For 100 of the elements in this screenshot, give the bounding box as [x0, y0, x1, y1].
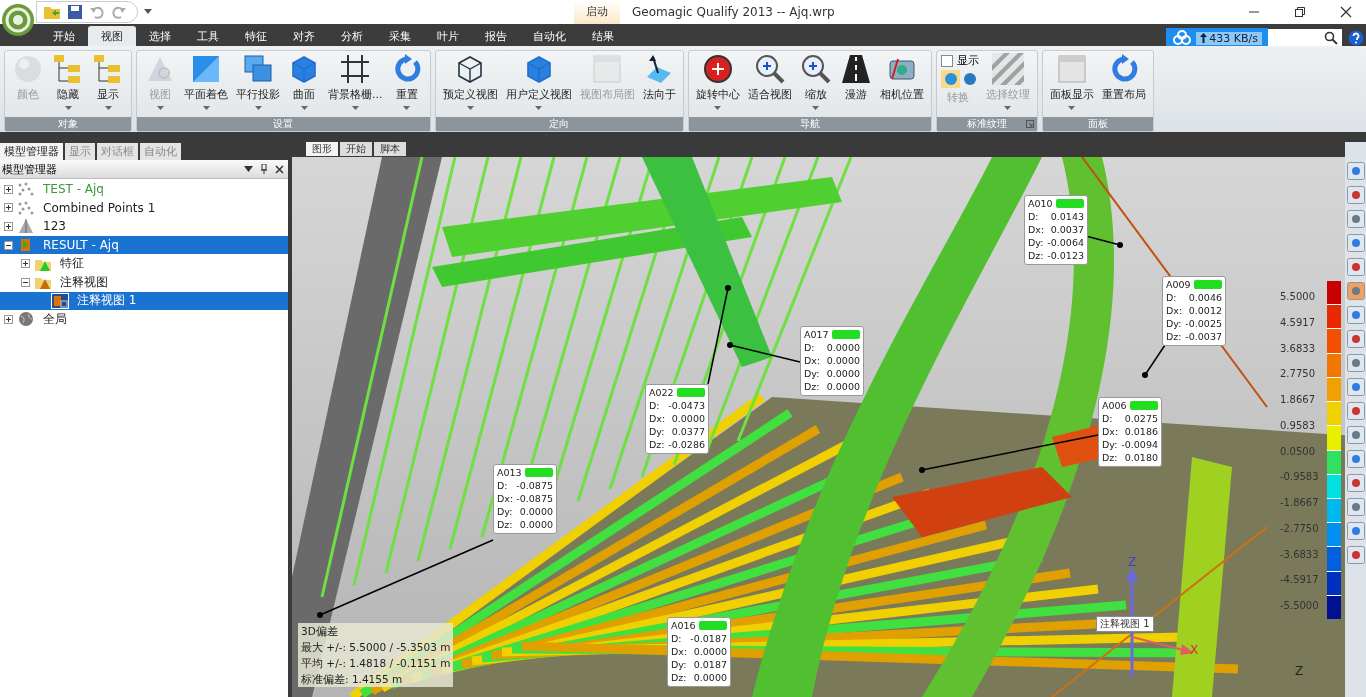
ribbon-button[interactable]: 相机位置: [876, 53, 927, 102]
view-tab[interactable]: 脚本: [374, 142, 406, 156]
annotation-id: A010: [1028, 198, 1053, 209]
dialog-launcher-icon[interactable]: [1025, 120, 1034, 128]
annotation-callout[interactable]: A013 D: -0.0875 Dx: -0.0875 Dy: 0.0000 Dz: 0.0000: [493, 464, 557, 534]
caret-icon[interactable]: [244, 166, 253, 172]
annotation-id: A022: [649, 387, 674, 398]
deviation-value: 0.0000: [671, 412, 705, 425]
annotation-callout[interactable]: A016 D: -0.0187 Dx: 0.0000 Dy: 0.0187 Dz: 0.0000: [667, 617, 731, 687]
legend-value: 5.5000: [1280, 291, 1316, 302]
ribbon-button[interactable]: 预定义视图: [439, 53, 501, 110]
pin-icon[interactable]: [261, 164, 267, 174]
annotation-id: A016: [671, 620, 696, 631]
undo-icon[interactable]: [89, 4, 105, 20]
ribbon-button[interactable]: 曲面: [285, 53, 323, 110]
deviation-value: -0.0875: [516, 479, 553, 492]
caret-icon: [64, 106, 72, 110]
ribbon-tab[interactable]: 叶片: [424, 26, 472, 46]
ribbon-button[interactable]: 重置布局: [1098, 53, 1149, 102]
annotation-callout[interactable]: A006 D: 0.0275 Dx: 0.0186 Dy: -0.0094 Dz: 0.0180: [1098, 397, 1162, 467]
deviation-value: 0.0037: [1050, 223, 1084, 236]
deviation-value: 0.0143: [1050, 210, 1084, 223]
save-icon[interactable]: [67, 4, 83, 20]
ribbon-tab[interactable]: 报告: [472, 26, 520, 46]
close-icon[interactable]: [275, 164, 284, 174]
annotation-callout[interactable]: A009 D: 0.0046 Dx: 0.0012 Dy: -0.0025 Dz: -0.0037: [1162, 276, 1226, 346]
ribbon-tab[interactable]: 分析: [328, 26, 376, 46]
ribbon-button[interactable]: 法向于: [639, 53, 679, 102]
view-tab[interactable]: 开始: [340, 142, 372, 156]
deviation-value: 0.0000: [826, 354, 860, 367]
legend-value: 1.8667: [1280, 394, 1316, 405]
redo-icon[interactable]: [111, 4, 127, 20]
annotation-callout[interactable]: A017 D: 0.0000 Dx: 0.0000 Dy: 0.0000 Dz: 0.0000: [800, 326, 864, 396]
view-label: 注释视图 1: [1096, 616, 1154, 632]
ribbon-button[interactable]: 旋转中心: [692, 53, 743, 110]
view-tab[interactable]: 图形: [306, 142, 338, 156]
ribbon-tab[interactable]: 工具: [184, 26, 232, 46]
deviation-label: D:: [804, 341, 815, 354]
leader-line: [1142, 344, 1166, 378]
legend-value: 2.7750: [1280, 368, 1316, 380]
ribbon-tab[interactable]: 结果: [579, 26, 627, 46]
statistics-text: 标准偏差: 1.4155 m: [301, 672, 404, 687]
close-icon[interactable]: [1340, 6, 1352, 18]
ribbon-tab[interactable]: 采集: [376, 26, 424, 46]
ribbon-button[interactable]: 适合视图: [744, 53, 795, 102]
ribbon-button[interactable]: 用户定义视图: [502, 53, 575, 110]
annotation-id: A017: [804, 329, 829, 340]
ribbon-button[interactable]: 平面着色: [181, 53, 231, 110]
ribbon-button[interactable]: 背景格栅...: [325, 53, 386, 110]
tree-item[interactable]: Combined Points 1: [0, 198, 288, 218]
tree-item[interactable]: 注释视图: [0, 272, 288, 292]
caret-icon: [104, 106, 112, 110]
network-speed-widget[interactable]: 433 KB/s: [1166, 28, 1268, 48]
tree-item[interactable]: RESULT - Ajq: [0, 235, 288, 255]
expand-icon[interactable]: [4, 314, 13, 324]
context-tab-label[interactable]: 启动: [574, 0, 620, 24]
annotation-callout[interactable]: A010 D: 0.0143 Dx: 0.0037 Dy: -0.0064 Dz: -0.0123: [1024, 195, 1088, 265]
expand-icon[interactable]: [4, 184, 13, 194]
panel-tab[interactable]: 模型管理器: [0, 143, 63, 160]
collapse-icon[interactable]: [4, 240, 13, 250]
ribbon-button[interactable]: 隐藏: [49, 53, 87, 110]
deviation-value: 0.0046: [1188, 291, 1222, 304]
ribbon-tab[interactable]: 对齐: [280, 26, 328, 46]
deviation-label: Dz:: [1102, 451, 1118, 464]
caret-icon: [254, 106, 262, 110]
panel-icon: [591, 53, 623, 85]
ribbon-tab[interactable]: 开始: [40, 26, 88, 46]
deviation-value: -0.0187: [690, 632, 727, 645]
tree-item[interactable]: TEST - Ajq: [0, 180, 288, 199]
restore-icon[interactable]: [1294, 6, 1306, 18]
deviation-value: 0.0000: [693, 645, 727, 658]
expand-icon[interactable]: [4, 203, 13, 213]
ribbon-button[interactable]: 缩放: [796, 53, 835, 110]
deviation-label: Dz:: [1166, 330, 1182, 343]
annotation-callout[interactable]: A022 D: -0.0473 Dx: 0.0000 Dy: 0.0377 Dz: -0.0286: [645, 384, 709, 454]
help-icon[interactable]: [1348, 30, 1364, 46]
ribbon-tab[interactable]: 特征: [232, 26, 280, 46]
tree-item[interactable]: 注释视图 1: [0, 291, 288, 311]
ribbon-button[interactable]: 面板显示: [1046, 53, 1097, 110]
tree-item[interactable]: 全局: [0, 310, 288, 329]
show-checkbox[interactable]: 显示: [940, 53, 979, 68]
tree-item[interactable]: 123: [0, 217, 288, 236]
ribbon-tab[interactable]: 视图: [88, 26, 136, 46]
ribbon-button[interactable]: 显示: [89, 53, 127, 110]
upload-speed: 433 KB/s: [1209, 31, 1258, 45]
collapse-icon[interactable]: [21, 277, 30, 287]
expand-icon[interactable]: [4, 222, 13, 231]
ribbon-tab[interactable]: 选择: [136, 26, 184, 46]
caret-icon[interactable]: [144, 9, 152, 15]
expand-icon[interactable]: [21, 259, 30, 269]
ribbon-button[interactable]: 漫游: [836, 53, 875, 102]
deviation-value: 0.0186: [1124, 425, 1158, 438]
tree-item[interactable]: 特征: [0, 254, 288, 273]
caret-icon: [1004, 106, 1011, 110]
ribbon-tab[interactable]: 自动化: [520, 26, 579, 46]
group-title: 面板: [1087, 117, 1108, 131]
ribbon-button[interactable]: 重置: [387, 53, 426, 110]
search-icon[interactable]: [1324, 31, 1338, 45]
ribbon-button[interactable]: 平行投影: [233, 53, 283, 110]
search-field[interactable]: [1268, 29, 1342, 47]
